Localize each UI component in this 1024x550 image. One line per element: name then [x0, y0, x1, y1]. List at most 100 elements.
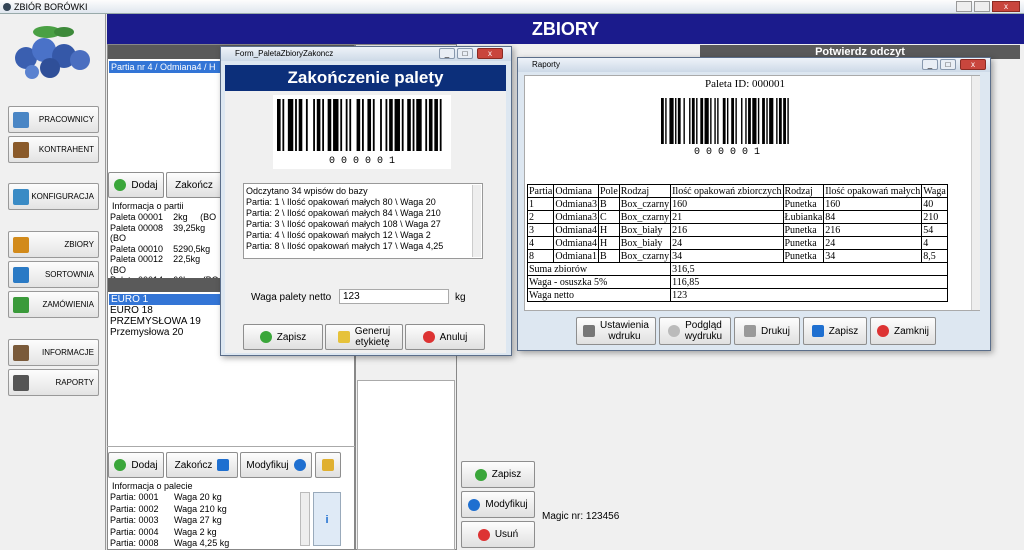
weight-input[interactable]: 123	[339, 289, 449, 304]
contractor-icon	[13, 141, 29, 158]
label-icon	[337, 331, 350, 343]
checkmark-icon	[259, 331, 272, 343]
list-item[interactable]: PRZEMYSŁOWA 19	[110, 316, 201, 327]
add-partia-button[interactable]: Dodaj	[108, 172, 164, 198]
floppy-icon	[811, 325, 824, 337]
nav-label: SORTOWNIA	[44, 270, 94, 279]
partia-info-list: Paleta 00001 2kg (BO Paleta 00008 39,25k…	[110, 212, 222, 286]
log-line: Partia: 8 \ Ilość opakowań małych 17 \ W…	[246, 241, 444, 251]
report-minimize-button[interactable]: _	[922, 59, 938, 70]
arrow-icon	[217, 459, 230, 471]
delete-button[interactable]: Usuń	[461, 521, 535, 548]
dialog-close-button[interactable]: x	[477, 48, 503, 59]
report-close-action-button[interactable]: Zamknij	[870, 317, 936, 345]
dialog-maximize-button[interactable]: □	[457, 48, 473, 59]
button-label: Modyfikuj	[246, 459, 289, 471]
app-icon	[3, 3, 11, 11]
summary-row: Waga - osuszka 5% 116,85	[526, 275, 948, 289]
modify-button[interactable]: Modyfikuj	[461, 491, 535, 518]
minimize-button[interactable]	[956, 1, 972, 12]
blueberry-logo	[15, 26, 90, 79]
nav-pracownicy-button[interactable]: PRACOWNICY	[8, 106, 99, 133]
nav-informacje-button[interactable]: INFORMACJE	[8, 339, 99, 366]
close-button[interactable]: x	[992, 1, 1020, 12]
report-titlebar: Raporty _ □ x	[518, 58, 990, 72]
log-scrollbar[interactable]	[472, 185, 481, 257]
dialog-heading: Zakończenie palety	[225, 65, 506, 91]
table-row: 4 Odmiana4 H Box_biały 24 Punetka 24 4	[526, 236, 948, 250]
log-line: Partia: 4 \ Ilość opakowań małych 12 \ W…	[246, 230, 431, 240]
orders-icon	[13, 296, 29, 313]
summary-row: Suma zbiorów 316,5	[526, 262, 948, 276]
list-item[interactable]: EURO 18	[110, 305, 201, 316]
list-item[interactable]: Przemysłowa 20	[110, 327, 201, 338]
refresh-button[interactable]	[315, 452, 341, 478]
button-label: Anuluj	[439, 331, 468, 343]
button-label: Modyfikuj	[485, 499, 528, 510]
log-line: Partia: 2 \ Ilość opakowań małych 84 \ W…	[246, 208, 441, 218]
print-settings-button[interactable]: Ustawienia wdruku	[576, 317, 656, 345]
client-list: EURO 18 PRZEMYSŁOWA 19 Przemysłowa 20	[110, 305, 201, 338]
end-partia-button[interactable]: Zakończ	[166, 172, 222, 198]
button-label: Zakończ	[174, 459, 213, 471]
close-icon	[876, 325, 889, 337]
print-preview-button[interactable]: Podgląd wydruku	[659, 317, 731, 345]
modify-pallet-button[interactable]: Modyfikuj	[240, 452, 312, 478]
barcode-text: 0 0 0 0 0 1	[328, 156, 395, 167]
config-icon	[13, 188, 29, 205]
nav-konfiguracja-button[interactable]: KONFIGURACJA	[8, 183, 99, 210]
save-button[interactable]: Zapisz	[461, 461, 535, 488]
table-row: 3 Odmiana4 H Box_biały 216 Punetka 216 54	[526, 223, 948, 237]
list-item: Paleta 00010 5290,5kg	[110, 243, 211, 254]
selected-partia-item[interactable]: Partia nr 4 / Odmiana4 / H	[109, 61, 229, 73]
dialog-title: Form_PaletaZbioryZakoncz	[235, 49, 334, 58]
print-button[interactable]: Drukuj	[734, 317, 800, 345]
app-title: ZBIÓR BORÓWKI	[14, 2, 88, 12]
briefcase-icon	[13, 344, 29, 361]
refresh-icon	[322, 459, 334, 471]
list-item: Partia: 0002 Waga 210 kg	[110, 503, 227, 514]
dialog-cancel-button[interactable]: Anuluj	[405, 324, 485, 350]
list-item: Partia: 0008 Waga 4,25 kg	[110, 538, 230, 548]
maximize-button[interactable]	[974, 1, 990, 12]
nav-zamowienia-button[interactable]: ZAMÓWIENIA	[8, 291, 99, 318]
button-label: Dodaj	[131, 179, 158, 191]
dialog-minimize-button[interactable]: _	[439, 48, 455, 59]
nav-kontrahent-button[interactable]: KONTRAHENT	[8, 136, 99, 163]
summary-row: Waga netto 123	[526, 288, 948, 302]
nav-sortownia-button[interactable]: SORTOWNIA	[8, 261, 99, 288]
scrollbar[interactable]	[300, 492, 310, 546]
checkmark-icon	[474, 468, 487, 481]
report-barcode: 0 0 0 0 0 1	[657, 94, 797, 158]
divider	[107, 446, 355, 447]
list-item: Paleta 00008 39,25kg (BO	[110, 222, 206, 244]
client-item-selected[interactable]: EURO 1	[109, 294, 221, 305]
table-row: 2 Odmiana3 C Box_czarny 21 Łubianka 84 210	[526, 210, 948, 224]
report-close-button[interactable]: x	[960, 59, 986, 70]
list-item: Partia: 0003 Waga 27 kg	[110, 515, 222, 525]
report-save-button[interactable]: Zapisz	[803, 317, 867, 345]
partia-info-title: Informacja o partii	[112, 201, 184, 211]
end-pallet-button[interactable]: Zakończ	[166, 452, 238, 478]
employees-icon	[13, 111, 29, 128]
button-label: Zamknij	[893, 325, 929, 337]
table-row: 8 Odmiana1 B Box_czarny 34 Punetka 34 8,5	[526, 249, 948, 263]
dialog-save-button[interactable]: Zapisz	[243, 324, 323, 350]
page-title: ZBIORY	[107, 14, 1024, 44]
info-button[interactable]: i	[313, 492, 341, 546]
nav-label: RAPORTY	[55, 378, 94, 387]
report-scrollbar[interactable]	[971, 76, 980, 310]
report-maximize-button[interactable]: □	[940, 59, 956, 70]
log-line: Partia: 3 \ Ilość opakowań małych 108 \ …	[246, 219, 441, 229]
barcode-text: 0 0 0 0 0 1	[693, 147, 760, 158]
list-item: Partia: 0001 Waga 20 kg	[110, 492, 222, 502]
add-pallet-button[interactable]: Dodaj	[108, 452, 164, 478]
undo-icon	[293, 459, 306, 471]
barcode-image	[661, 98, 789, 144]
report-window: Raporty _ □ x Paleta ID: 000001 0 0 0 0 …	[517, 57, 991, 351]
undo-icon	[468, 498, 481, 511]
nav-zbiory-button[interactable]: ZBIORY	[8, 231, 99, 258]
nav-raporty-button[interactable]: RAPORTY	[8, 369, 99, 396]
generate-label-button[interactable]: Generuj etykietę	[325, 324, 403, 350]
app-titlebar: ZBIÓR BORÓWKI x	[0, 0, 1024, 14]
